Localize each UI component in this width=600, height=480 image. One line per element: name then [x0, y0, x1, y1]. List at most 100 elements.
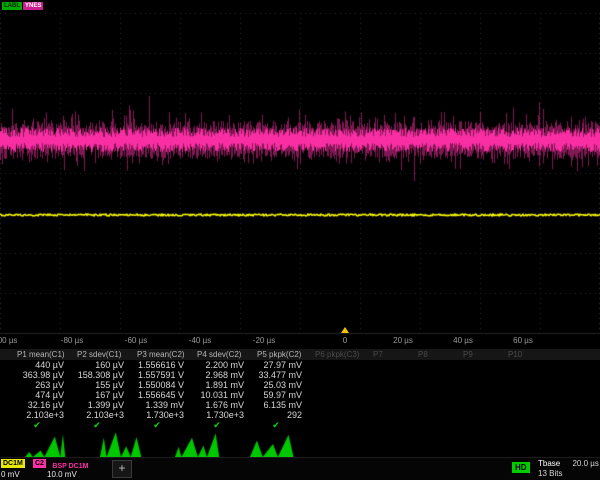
measure-header-p3[interactable]: P3 mean(C2)	[134, 349, 194, 360]
measure-header-p10[interactable]: P10	[505, 349, 550, 360]
measure-value-cell	[415, 410, 460, 420]
measure-header-p4[interactable]: P4 sdev(C2)	[194, 349, 254, 360]
measure-status-cell	[460, 420, 505, 430]
measure-value-cell: 27.97 mV	[254, 360, 312, 370]
hd-badge: HD	[512, 462, 530, 473]
measure-value-cell: 1.399 µV	[74, 400, 134, 410]
measure-status-cell	[312, 420, 370, 430]
measure-value-cell: 59.97 mV	[254, 390, 312, 400]
measure-value-cell: 1.556645 V	[134, 390, 194, 400]
measure-value-cell: 1.557591 V	[134, 370, 194, 380]
measure-value-cell	[312, 390, 370, 400]
measure-value-cell	[312, 370, 370, 380]
measure-value-cell: 2.103e+3	[74, 410, 134, 420]
measure-value-cell: 6.135 mV	[254, 400, 312, 410]
measure-header-p6[interactable]: P6 pkpk(C3)	[312, 349, 370, 360]
measure-status-cell: ✔	[14, 420, 74, 430]
channel-c1-coupling-chip: DC1M	[1, 459, 25, 468]
measure-header-p5[interactable]: P5 pkpk(C2)	[254, 349, 312, 360]
measure-histicon-p3[interactable]	[175, 431, 220, 457]
measure-value-cell	[370, 360, 415, 370]
measure-value-cell: 155 µV	[74, 380, 134, 390]
measure-header-p9[interactable]: P9	[460, 349, 505, 360]
time-axis-label: -40 µs	[189, 336, 211, 345]
timebase-scale: 20.0 µs	[572, 459, 598, 468]
timebase-label: Tbase	[538, 459, 560, 468]
time-axis-label: 40 µs	[453, 336, 473, 345]
measure-value-cell	[370, 380, 415, 390]
channel-c2-descriptor[interactable]: C2 BSP DC1M 10.0 mV	[33, 459, 111, 479]
measure-value-cell	[415, 370, 460, 380]
measure-status-cell	[505, 420, 550, 430]
measure-value-cell: 1.891 mV	[194, 380, 254, 390]
measure-value-cell	[505, 380, 550, 390]
measure-value-cell: 167 µV	[74, 390, 134, 400]
measure-value-cell	[312, 410, 370, 420]
measure-value-cell	[370, 400, 415, 410]
measure-value-cell	[505, 400, 550, 410]
time-axis-label: -20 µs	[253, 336, 275, 345]
screen-label-tag: LABL	[2, 2, 22, 10]
timebase-descriptor[interactable]: Tbase 20.0 µs 13 Bits	[538, 459, 600, 479]
measure-value-cell	[460, 380, 505, 390]
measure-histicon-p2[interactable]	[100, 431, 145, 457]
waveform-grid-canvas[interactable]	[0, 0, 600, 336]
channel-c2-scale: 10.0 mV	[33, 470, 111, 479]
measure-value-cell	[505, 370, 550, 380]
measure-value-cell: 1.339 mV	[134, 400, 194, 410]
measure-header-p7[interactable]: P7	[370, 349, 415, 360]
measure-value-cell	[370, 390, 415, 400]
time-axis-label: -100 µs	[0, 336, 17, 345]
measure-status-cell: ✔	[74, 420, 134, 430]
measure-header-p1[interactable]: P1 mean(C1)	[14, 349, 74, 360]
time-axis-label: 60 µs	[513, 336, 533, 345]
measure-value-cell: 2.200 mV	[194, 360, 254, 370]
measure-value-cell	[370, 410, 415, 420]
measure-value-cell: 2.968 mV	[194, 370, 254, 380]
bottom-bar: DC1M 0 mV C2 BSP DC1M 10.0 mV + HD Tbase…	[0, 457, 600, 480]
measure-value-cell: 440 µV	[14, 360, 74, 370]
measure-value-cell: 263 µV	[14, 380, 74, 390]
measure-value-cell	[415, 390, 460, 400]
measure-histicon-p4[interactable]	[250, 431, 295, 457]
time-axis: -100 µs -80 µs -60 µs -40 µs -20 µs 0 20 µs 40 …	[0, 336, 600, 347]
measure-value-cell: 1.730e+3	[194, 410, 254, 420]
time-axis-label: -60 µs	[125, 336, 147, 345]
measure-value-cell	[460, 400, 505, 410]
measure-value-cell: 32.16 µV	[14, 400, 74, 410]
oscilloscope-screen: LABLYNES -100 µs-80 µs-60 µs-40 µs-20 µs…	[0, 0, 600, 480]
measure-value-cell	[460, 410, 505, 420]
crosshair-button[interactable]: +	[112, 460, 132, 478]
measure-value-cell	[415, 380, 460, 390]
time-axis-label: 0	[343, 336, 347, 345]
measure-value-cell: 25.03 mV	[254, 380, 312, 390]
measure-value-cell	[415, 400, 460, 410]
measure-table: P1 mean(C1)P2 sdev(C1)P3 mean(C2)P4 sdev…	[14, 349, 550, 430]
measure-status-cell: ✔	[194, 420, 254, 430]
measure-header-p2[interactable]: P2 sdev(C1)	[74, 349, 134, 360]
measure-value-cell	[312, 400, 370, 410]
measure-value-cell	[505, 360, 550, 370]
time-axis-label: 20 µs	[393, 336, 413, 345]
measure-value-cell	[460, 390, 505, 400]
measure-value-cell: 1.556616 V	[134, 360, 194, 370]
measure-histicon-p1[interactable]	[25, 431, 70, 457]
measure-value-cell: 10.031 mV	[194, 390, 254, 400]
trigger-time-marker[interactable]	[341, 327, 349, 333]
measure-value-cell: 33.477 mV	[254, 370, 312, 380]
measure-status-cell	[370, 420, 415, 430]
measure-value-cell	[460, 360, 505, 370]
measure-value-cell: 1.676 mV	[194, 400, 254, 410]
measure-value-cell	[505, 410, 550, 420]
measure-value-cell: 1.730e+3	[134, 410, 194, 420]
measure-value-cell: 160 µV	[74, 360, 134, 370]
measure-value-cell	[370, 370, 415, 380]
channel-c2-coupling-label: BSP DC1M	[52, 463, 88, 470]
measure-value-cell	[415, 360, 460, 370]
time-axis-label: -80 µs	[61, 336, 83, 345]
measure-value-cell	[505, 390, 550, 400]
measure-header-p8[interactable]: P8	[415, 349, 460, 360]
measure-value-cell: 474 µV	[14, 390, 74, 400]
measure-status-cell: ✔	[134, 420, 194, 430]
timebase-bits: 13 Bits	[538, 469, 562, 478]
